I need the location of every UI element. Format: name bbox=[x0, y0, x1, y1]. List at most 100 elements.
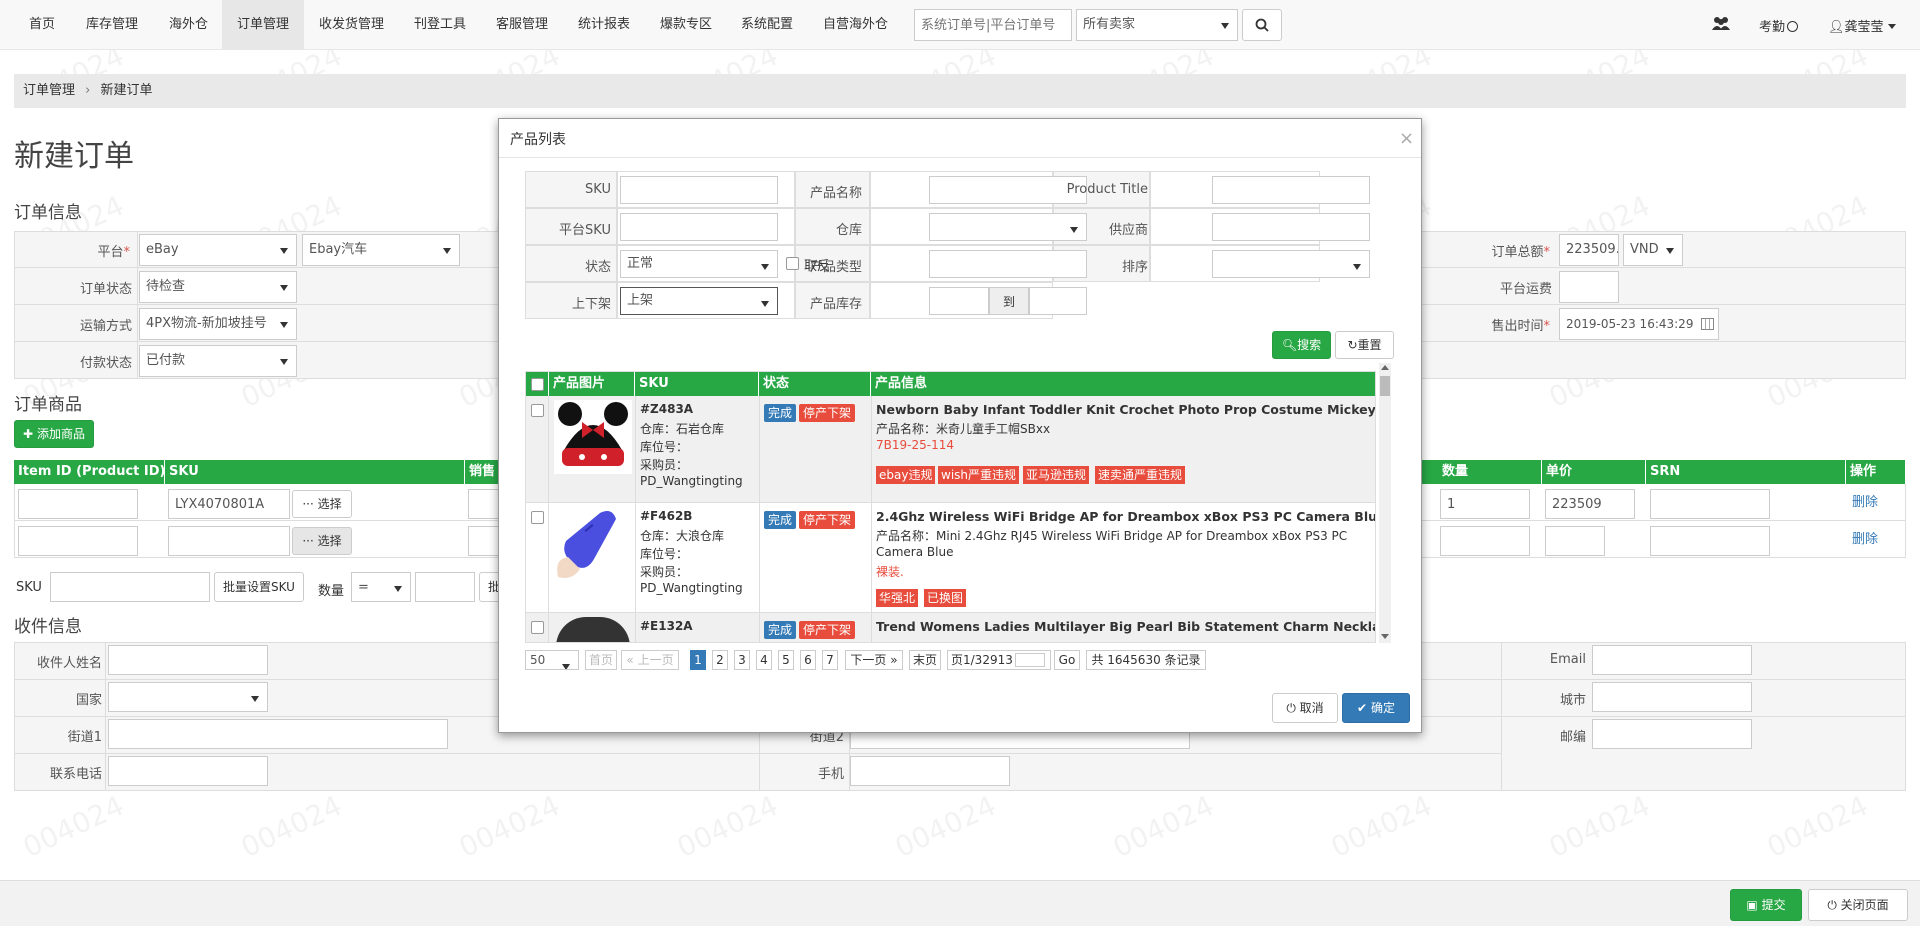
filter-status-select[interactable]: 正常 bbox=[620, 250, 778, 278]
qty-operator-select[interactable]: = bbox=[351, 572, 411, 602]
watermark-text: 004024 bbox=[18, 788, 129, 865]
go-button[interactable]: Go bbox=[1054, 650, 1080, 670]
price-input-2[interactable] bbox=[1545, 526, 1605, 556]
product-list-modal: 产品列表 × SKU 产品名称 Product Title 平台SKU 仓库 供… bbox=[498, 118, 1422, 733]
add-product-button[interactable]: ✚ 添加商品 bbox=[14, 420, 94, 448]
product-checkbox[interactable] bbox=[531, 621, 544, 634]
product-row[interactable]: #Z483A 仓库：石岩仓库 库位号： 采购员： PD_Wangtingting… bbox=[526, 396, 1375, 503]
srn-input-2[interactable] bbox=[1650, 526, 1770, 556]
scroll-down-arrow[interactable] bbox=[1381, 634, 1389, 639]
first-page-button[interactable]: 首页 bbox=[585, 650, 617, 670]
nav-reports[interactable]: 统计报表 bbox=[563, 0, 645, 50]
seller-select[interactable]: 所有卖家 bbox=[1076, 9, 1238, 41]
email-input[interactable] bbox=[1592, 645, 1752, 675]
user-menu[interactable]: 👤︎龚莹莹 bbox=[1828, 16, 1896, 35]
delete-link-2[interactable]: 删除 bbox=[1852, 528, 1878, 547]
page-4-button[interactable]: 4 bbox=[756, 650, 772, 670]
phone-input[interactable] bbox=[108, 756, 268, 786]
product-row[interactable]: #F462B 仓库：大浪仓库 库位号： 采购员： PD_Wangtingting… bbox=[526, 503, 1375, 613]
price-input-1[interactable]: 223509 bbox=[1545, 489, 1635, 519]
page-1-button[interactable]: 1 bbox=[690, 650, 706, 670]
next-page-button[interactable]: 下一页 » bbox=[845, 650, 903, 670]
receiver-name-input[interactable] bbox=[108, 645, 268, 675]
page-of-text: 页1/32913 bbox=[951, 653, 1013, 667]
select-sku-button-2[interactable]: ··· 选择 bbox=[292, 527, 352, 555]
modal-search-button[interactable]: 🔍︎搜索 bbox=[1272, 331, 1331, 359]
item-id-input-1[interactable] bbox=[18, 489, 138, 519]
nav-overseas-warehouse[interactable]: 海外仓 bbox=[154, 0, 223, 50]
bulk-sku-input[interactable] bbox=[50, 572, 210, 602]
nav-home[interactable]: 首页 bbox=[14, 0, 70, 50]
filter-stock-max-input[interactable] bbox=[1029, 287, 1087, 315]
platform-select[interactable]: eBay bbox=[139, 234, 297, 266]
select-sku-button-1[interactable]: ··· 选择 bbox=[292, 490, 352, 518]
item-id-input-2[interactable] bbox=[18, 526, 138, 556]
scroll-thumb[interactable] bbox=[1380, 376, 1390, 396]
nav-system-config[interactable]: 系统配置 bbox=[726, 0, 808, 50]
sold-time-input[interactable]: 2019-05-23 16:43:29 bbox=[1559, 308, 1719, 340]
submit-button[interactable]: ▣ 提交 bbox=[1730, 889, 1802, 921]
freight-input[interactable] bbox=[1559, 271, 1619, 303]
sku-input-1[interactable]: LYX4070801A bbox=[168, 489, 290, 519]
bulk-qty-input[interactable] bbox=[415, 572, 475, 602]
delete-link-1[interactable]: 删除 bbox=[1852, 491, 1878, 510]
payment-select[interactable]: 已付款 bbox=[139, 345, 297, 377]
bulk-set-sku-button[interactable]: 批量设置SKU bbox=[214, 572, 304, 602]
filter-stock-min-input[interactable] bbox=[929, 287, 989, 315]
calendar-icon[interactable] bbox=[1701, 318, 1714, 330]
nav-order-management[interactable]: 订单管理 bbox=[222, 0, 305, 50]
modal-cancel-button[interactable]: ⏻ 取消 bbox=[1272, 693, 1338, 723]
city-input[interactable] bbox=[1592, 682, 1752, 712]
nav-inventory[interactable]: 库存管理 bbox=[71, 0, 153, 50]
zip-input[interactable] bbox=[1592, 719, 1752, 749]
page-7-button[interactable]: 7 bbox=[822, 650, 838, 670]
mobile-input[interactable] bbox=[850, 756, 1010, 786]
street1-input[interactable] bbox=[108, 719, 448, 749]
shipping-select[interactable]: 4PX物流-新加坡挂号 bbox=[139, 308, 297, 340]
select-all-checkbox[interactable] bbox=[531, 378, 544, 391]
goto-page-input[interactable] bbox=[1014, 653, 1045, 667]
modal-close-button[interactable]: × bbox=[1399, 128, 1414, 149]
page-2-button[interactable]: 2 bbox=[712, 650, 728, 670]
search-button[interactable] bbox=[1242, 9, 1282, 41]
last-page-button[interactable]: 末页 bbox=[909, 650, 941, 670]
nav-listing-tools[interactable]: 刊登工具 bbox=[399, 0, 481, 50]
qty-input-2[interactable] bbox=[1440, 526, 1530, 556]
nav-own-overseas[interactable]: 自营海外仓 bbox=[808, 0, 903, 50]
prev-page-button[interactable]: « 上一页 bbox=[621, 650, 679, 670]
page-size-select[interactable]: 50 bbox=[525, 650, 579, 670]
sku-input-2[interactable] bbox=[168, 526, 290, 556]
nav-shipping[interactable]: 收发货管理 bbox=[304, 0, 399, 50]
filter-sku-input[interactable] bbox=[620, 176, 778, 204]
srn-input-1[interactable] bbox=[1650, 489, 1770, 519]
product-checkbox[interactable] bbox=[531, 511, 544, 524]
total-records: 共 1645630 条记录 bbox=[1086, 650, 1206, 670]
users-icon[interactable] bbox=[1712, 16, 1732, 32]
currency-select[interactable]: VND bbox=[1623, 234, 1683, 266]
page-3-button[interactable]: 3 bbox=[734, 650, 750, 670]
attendance-link[interactable]: 考勤 bbox=[1759, 16, 1799, 35]
filter-shelf-select[interactable]: 上架 bbox=[620, 287, 778, 315]
country-select[interactable] bbox=[108, 682, 268, 712]
page-6-button[interactable]: 6 bbox=[800, 650, 816, 670]
filter-sort-select[interactable] bbox=[1212, 250, 1370, 278]
nav-customer-service[interactable]: 客服管理 bbox=[481, 0, 563, 50]
order-total-input[interactable]: 223509. bbox=[1559, 234, 1619, 266]
store-select[interactable]: Ebay汽车 bbox=[302, 234, 460, 266]
modal-confirm-button[interactable]: ✔ 确定 bbox=[1342, 693, 1410, 723]
qty-input-1[interactable]: 1 bbox=[1440, 489, 1530, 519]
order-status-select[interactable]: 待检查 bbox=[139, 271, 297, 303]
filter-platform-sku-input[interactable] bbox=[620, 213, 778, 241]
product-row[interactable]: #E132A 完成 停产下架 Trend Womens Ladies Multi… bbox=[526, 613, 1375, 642]
filter-product-title-input[interactable] bbox=[1212, 176, 1370, 204]
product-table-scrollbar[interactable] bbox=[1379, 363, 1391, 643]
nav-hot-items[interactable]: 爆款专区 bbox=[645, 0, 727, 50]
scroll-up-arrow[interactable] bbox=[1381, 365, 1389, 370]
breadcrumb-parent[interactable]: 订单管理 bbox=[23, 83, 75, 98]
filter-supplier-input[interactable] bbox=[1212, 213, 1370, 241]
product-checkbox[interactable] bbox=[531, 404, 544, 417]
order-search-input[interactable] bbox=[914, 9, 1072, 41]
page-5-button[interactable]: 5 bbox=[778, 650, 794, 670]
close-page-button[interactable]: ⏻ 关闭页面 bbox=[1808, 889, 1908, 921]
modal-reset-button[interactable]: ↻重置 bbox=[1335, 331, 1394, 359]
